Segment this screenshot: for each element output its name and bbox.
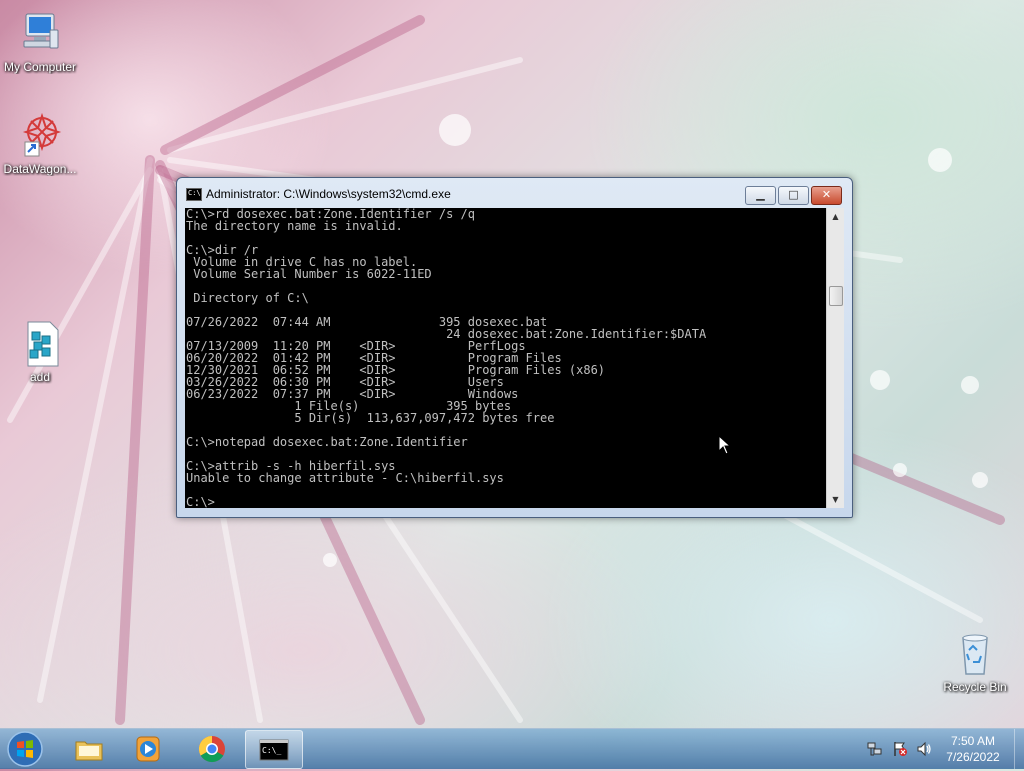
console-line: Unable to change attribute - C:\hiberfil…	[186, 471, 504, 485]
desktop-icon-recycle-bin[interactable]: Recycle Bin	[935, 630, 1015, 694]
start-button[interactable]	[5, 730, 45, 768]
network-icon[interactable]	[867, 741, 883, 757]
mouse-cursor-icon	[718, 435, 732, 455]
desktop-icon-datawagon[interactable]: DataWagon...	[0, 112, 80, 176]
windows-logo-icon	[7, 731, 43, 767]
computer-icon	[16, 10, 64, 58]
console-line: Directory of C:\	[186, 291, 309, 305]
show-desktop-button[interactable]	[1014, 729, 1024, 769]
folder-icon	[74, 734, 104, 764]
window-titlebar[interactable]: C:\ Administrator: C:\Windows\system32\c…	[177, 178, 852, 208]
desktop-icon-label: DataWagon...	[3, 162, 77, 176]
taskbar-cmd-button[interactable]: C:\_	[245, 730, 303, 769]
datawagon-logo-icon	[16, 112, 64, 160]
cmd-icon-text: C:\	[188, 189, 201, 197]
taskbar-chrome-button[interactable]	[184, 730, 240, 767]
minimize-icon: ▁	[756, 188, 765, 201]
close-button[interactable]: ✕	[811, 186, 842, 205]
console-output[interactable]: C:\>rd dosexec.bat:Zone.Identifier /s /q…	[185, 208, 826, 508]
console-lines: C:\>rd dosexec.bat:Zone.Identifier /s /q…	[185, 208, 826, 508]
cmd-window[interactable]: C:\ Administrator: C:\Windows\system32\c…	[176, 177, 853, 518]
taskbar-media-player-button[interactable]	[120, 730, 176, 767]
cmd-icon: C:\	[186, 188, 202, 201]
maximize-icon: □	[788, 188, 799, 201]
system-clock[interactable]: 7:50 AM 7/26/2022	[934, 733, 1012, 765]
volume-icon[interactable]	[916, 741, 932, 757]
registry-file-icon	[16, 320, 64, 368]
desktop-icon-label: My Computer	[3, 60, 77, 74]
cmd-icon: C:\_	[259, 735, 289, 765]
desktop-icon-label: add	[29, 370, 51, 384]
scrollbar-thumb[interactable]	[829, 286, 843, 306]
window-title: Administrator: C:\Windows\system32\cmd.e…	[206, 187, 451, 201]
recycle-bin-icon	[951, 630, 999, 678]
console-line: C:\>	[186, 495, 215, 508]
media-player-icon	[133, 734, 163, 764]
desktop-icon-add[interactable]: add	[0, 320, 80, 384]
maximize-button[interactable]: □	[778, 186, 809, 205]
console-line: The directory name is invalid.	[186, 219, 403, 233]
console-line: Volume Serial Number is 6022-11ED	[186, 267, 432, 281]
cmd-icon-text: C:\_	[262, 746, 281, 755]
taskbar-explorer-button[interactable]	[61, 730, 117, 767]
chrome-icon	[197, 734, 227, 764]
action-center-flag-icon[interactable]	[892, 741, 908, 757]
vertical-scrollbar[interactable]: ▲ ▼	[826, 208, 844, 508]
scroll-down-arrow-icon[interactable]: ▼	[827, 491, 844, 508]
minimize-button[interactable]: ▁	[745, 186, 776, 205]
desktop-icon-label: Recycle Bin	[943, 680, 1007, 694]
taskbar: C:\_ 7:50 AM 7/26/2022	[0, 728, 1024, 769]
clock-date: 7/26/2022	[946, 750, 1000, 764]
clock-time: 7:50 AM	[950, 734, 996, 748]
console-line: 5 Dir(s) 113,637,097,472 bytes free	[186, 411, 555, 425]
close-icon: ✕	[821, 188, 832, 201]
scroll-up-arrow-icon[interactable]: ▲	[827, 208, 844, 225]
desktop-icon-my-computer[interactable]: My Computer	[0, 10, 80, 74]
